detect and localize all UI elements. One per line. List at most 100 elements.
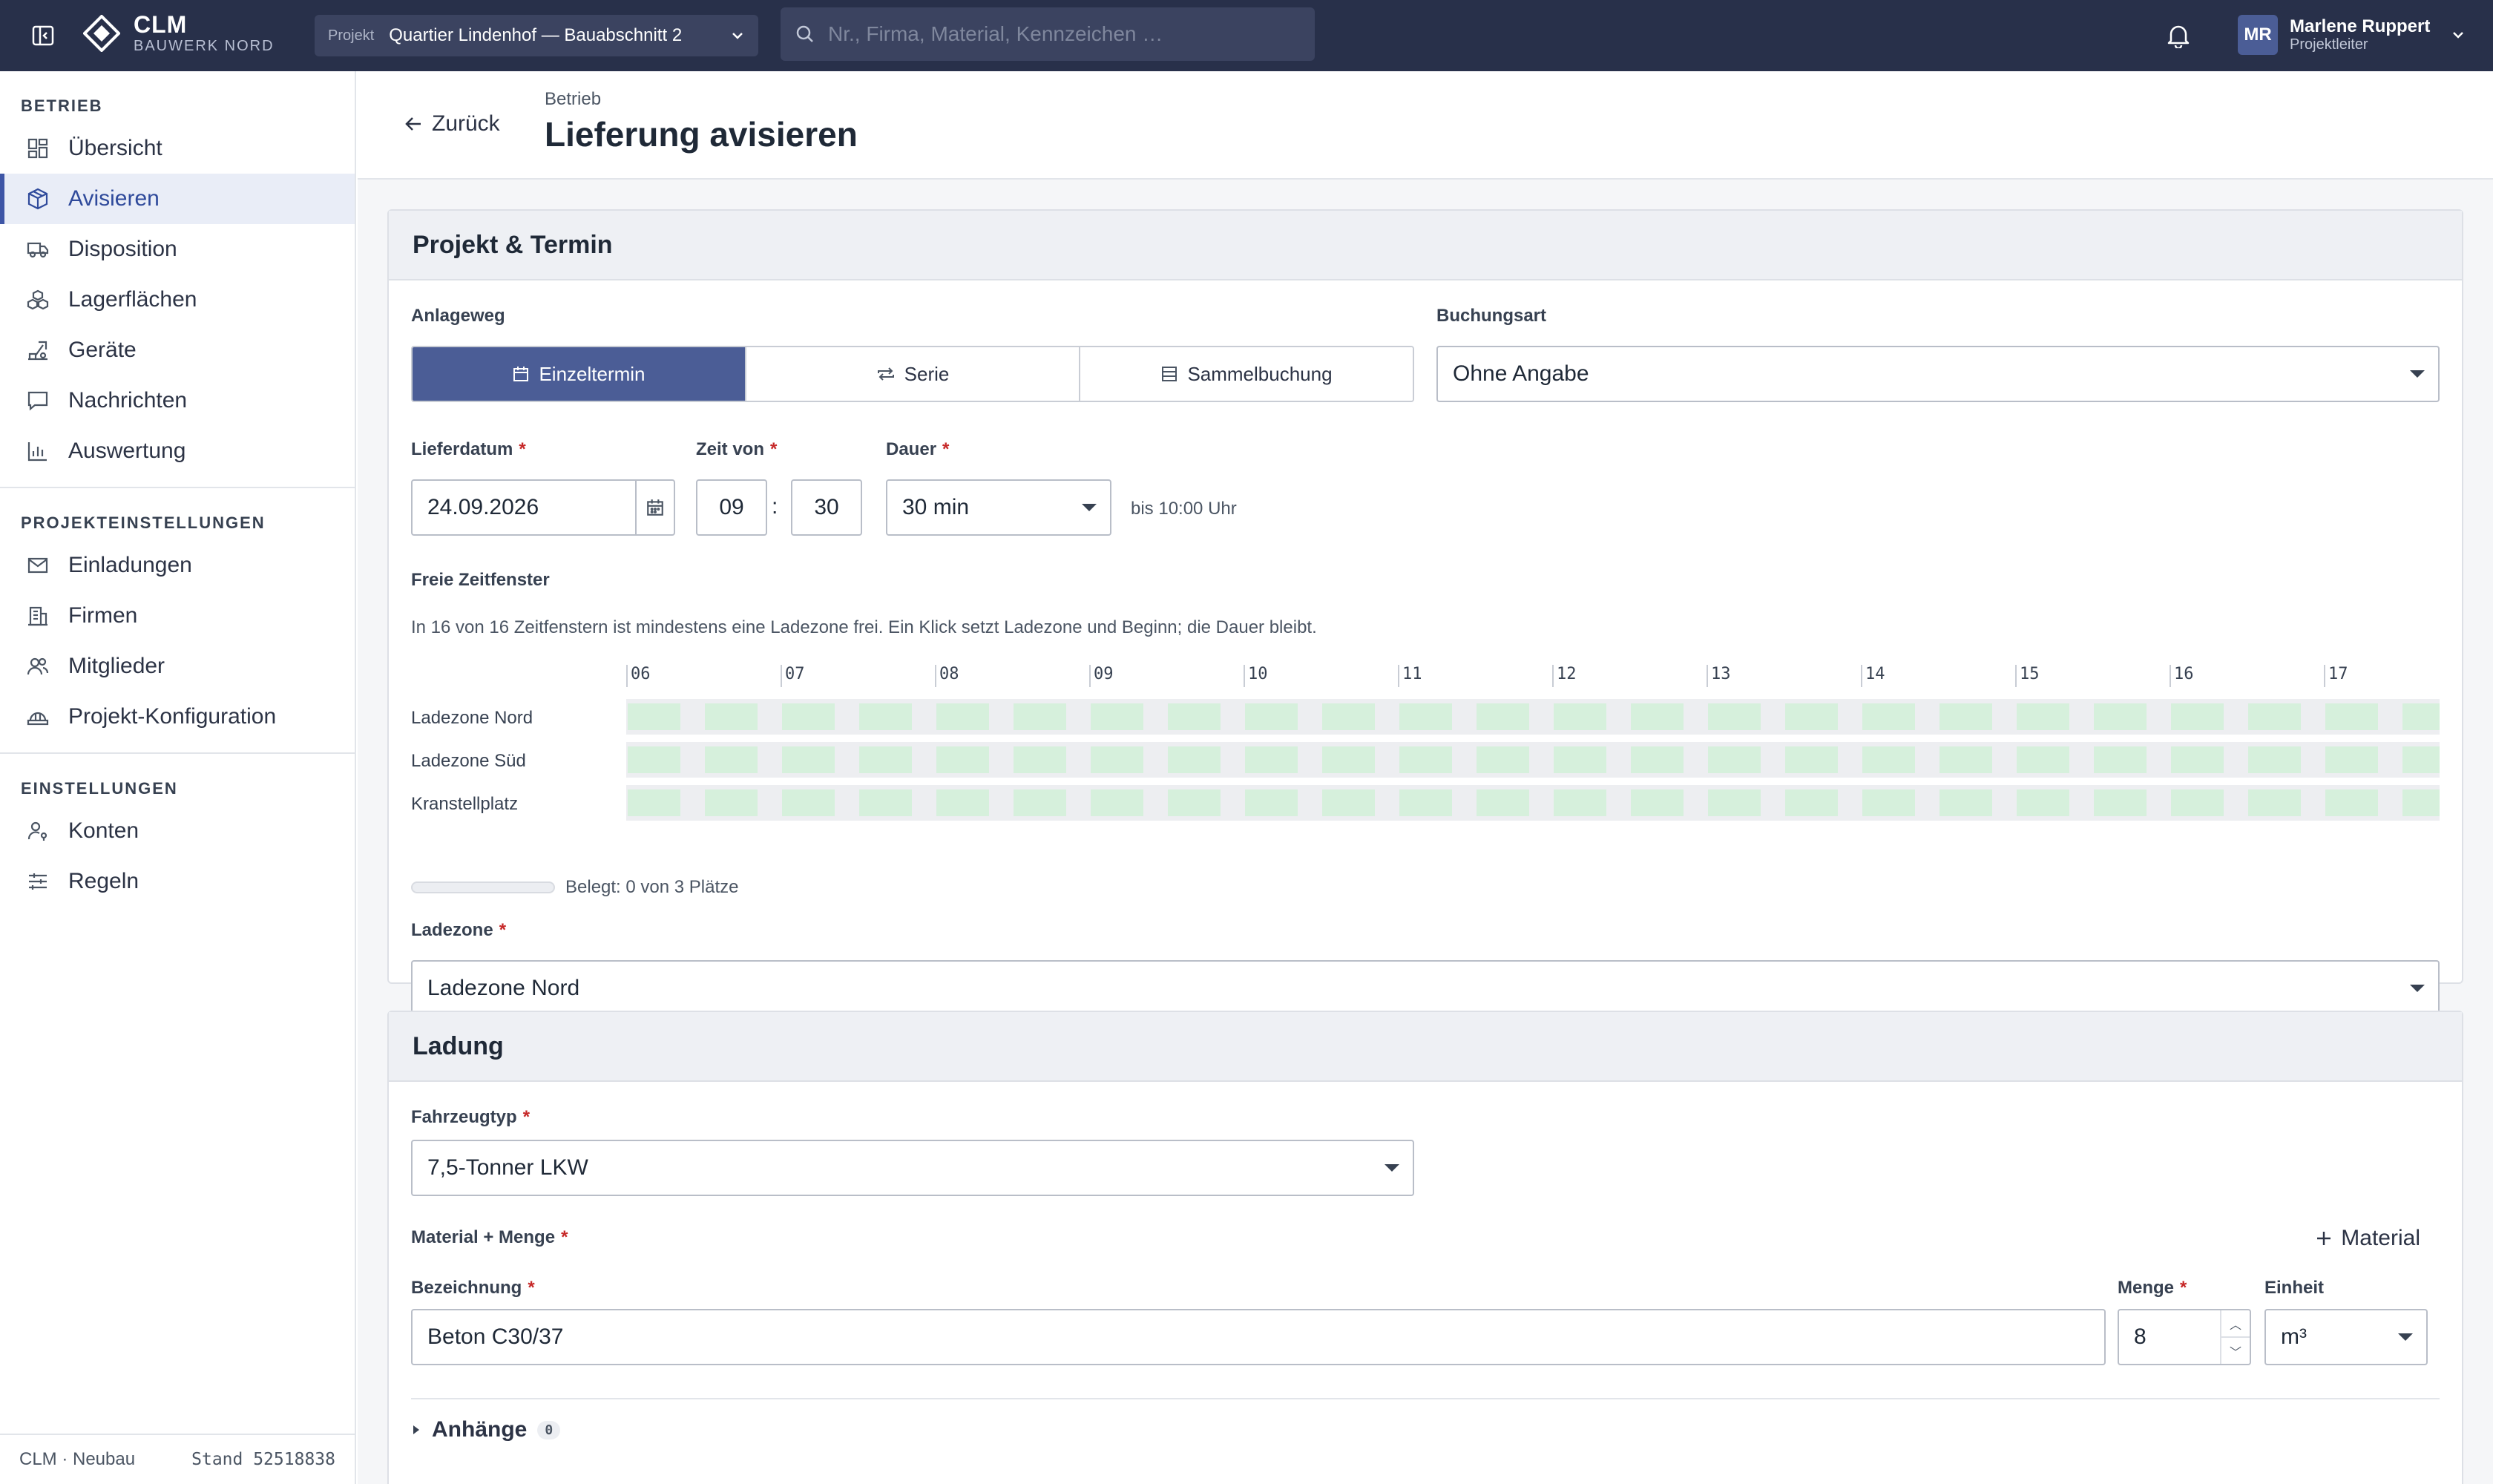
search-box[interactable]: [781, 7, 1315, 61]
timeline-free-slot[interactable]: [2017, 789, 2069, 816]
timeline-free-slot[interactable]: [628, 789, 680, 816]
timeline-free-slot[interactable]: [1399, 703, 1452, 730]
dauer-select[interactable]: 30 min: [886, 479, 1111, 536]
timeline-free-slot[interactable]: [1168, 703, 1221, 730]
timeline-free-slot[interactable]: [1708, 789, 1761, 816]
ladezone-select[interactable]: Ladezone Nord: [411, 960, 2440, 1017]
segment-serie[interactable]: Serie: [746, 347, 1080, 401]
timeline-free-slot[interactable]: [1245, 703, 1298, 730]
timeline-free-slot[interactable]: [2094, 703, 2147, 730]
stepper-down-icon[interactable]: ﹀: [2221, 1338, 2250, 1364]
timeline-free-slot[interactable]: [2248, 746, 2301, 773]
timeline-free-slot[interactable]: [2171, 789, 2224, 816]
timeline-free-slot[interactable]: [1477, 703, 1529, 730]
fahrzeugtyp-select[interactable]: 7,5-Tonner LKW: [411, 1140, 1414, 1196]
bezeichnung-input[interactable]: Beton C30/37: [411, 1309, 2106, 1365]
timeline-free-slot[interactable]: [2402, 789, 2440, 816]
timeline-free-slot[interactable]: [2248, 789, 2301, 816]
timeline-free-slot[interactable]: [1862, 703, 1915, 730]
calendar-icon[interactable]: [635, 481, 674, 534]
timeline-free-slot[interactable]: [2402, 746, 2440, 773]
timeline-free-slot[interactable]: [2402, 703, 2440, 730]
zeit-hour-input[interactable]: 09: [696, 479, 767, 536]
timeline-free-slot[interactable]: [2171, 746, 2224, 773]
timeline-free-slot[interactable]: [1091, 746, 1143, 773]
timeline-free-slot[interactable]: [1477, 789, 1529, 816]
timeline-free-slot[interactable]: [1785, 703, 1838, 730]
timeline-free-slot[interactable]: [782, 703, 835, 730]
back-button[interactable]: Zurück: [404, 111, 500, 137]
breadcrumb[interactable]: Betrieb: [545, 89, 601, 110]
lieferdatum-input[interactable]: 24.09.2026: [411, 479, 675, 536]
anhaenge-toggle[interactable]: Anhänge 0: [411, 1417, 561, 1442]
timeline-free-slot[interactable]: [1554, 703, 1606, 730]
timeline-free-slot[interactable]: [2094, 746, 2147, 773]
timeline-free-slot[interactable]: [1245, 746, 1298, 773]
menge-stepper[interactable]: 8 ︿ ﹀: [2118, 1309, 2251, 1365]
timeline-free-slot[interactable]: [1708, 703, 1761, 730]
timeline-free-slot[interactable]: [1554, 789, 1606, 816]
timeline-free-slot[interactable]: [1631, 703, 1684, 730]
timeline-free-slot[interactable]: [1785, 789, 1838, 816]
sidebar-item-regeln[interactable]: Regeln: [0, 856, 355, 907]
sidebar-item-avisieren[interactable]: Avisieren: [0, 174, 355, 224]
timeline-free-slot[interactable]: [1399, 746, 1452, 773]
timeline-free-slot[interactable]: [2325, 703, 2378, 730]
timeline-free-slot[interactable]: [705, 789, 758, 816]
timeline-free-slot[interactable]: [859, 703, 912, 730]
sidebar-item-disposition[interactable]: Disposition: [0, 224, 355, 275]
timeline-free-slot[interactable]: [859, 746, 912, 773]
timeline-free-slot[interactable]: [1014, 703, 1066, 730]
timeline-free-slot[interactable]: [782, 746, 835, 773]
timeline-free-slot[interactable]: [1631, 746, 1684, 773]
timeline-free-slot[interactable]: [2248, 703, 2301, 730]
timeline-free-slot[interactable]: [936, 789, 989, 816]
timeline-free-slot[interactable]: [2325, 789, 2378, 816]
timeline-free-slot[interactable]: [936, 703, 989, 730]
timeline-free-slot[interactable]: [1939, 703, 1992, 730]
sidebar-item-lagerflaechen[interactable]: Lagerflächen: [0, 275, 355, 325]
timeline-free-slot[interactable]: [1399, 789, 1452, 816]
timeline-free-slot[interactable]: [2171, 703, 2224, 730]
add-material-button[interactable]: Material: [2316, 1226, 2420, 1251]
timeline-free-slot[interactable]: [628, 703, 680, 730]
timeline-free-slot[interactable]: [1554, 746, 1606, 773]
sidebar-item-einladungen[interactable]: Einladungen: [0, 540, 355, 591]
sidebar-item-projekt-konfiguration[interactable]: Projekt-Konfiguration: [0, 692, 355, 742]
timeline-free-slot[interactable]: [1168, 789, 1221, 816]
zeit-minute-input[interactable]: 30: [791, 479, 862, 536]
timeline-free-slot[interactable]: [2094, 789, 2147, 816]
sidebar-item-nachrichten[interactable]: Nachrichten: [0, 375, 355, 426]
timeline-free-slot[interactable]: [1014, 789, 1066, 816]
timeline-free-slot[interactable]: [1477, 746, 1529, 773]
timeline-free-slot[interactable]: [936, 746, 989, 773]
timeline-free-slot[interactable]: [1631, 789, 1684, 816]
timeline-free-slot[interactable]: [1091, 703, 1143, 730]
bell-icon[interactable]: [2162, 19, 2195, 52]
segment-sammelbuchung[interactable]: Sammelbuchung: [1080, 347, 1413, 401]
timeline-free-slot[interactable]: [1708, 746, 1761, 773]
sidebar-item-konten[interactable]: Konten: [0, 806, 355, 856]
segment-einzeltermin[interactable]: Einzeltermin: [413, 347, 746, 401]
timeline-free-slot[interactable]: [1322, 703, 1375, 730]
search-input[interactable]: [828, 22, 1300, 46]
timeline-free-slot[interactable]: [1091, 789, 1143, 816]
buchungsart-select[interactable]: Ohne Angabe: [1436, 346, 2440, 402]
stepper-up-icon[interactable]: ︿: [2221, 1310, 2250, 1338]
timeline-free-slot[interactable]: [1245, 789, 1298, 816]
timeline-free-slot[interactable]: [2017, 746, 2069, 773]
timeline-free-slot[interactable]: [1785, 746, 1838, 773]
sidebar-item-mitglieder[interactable]: Mitglieder: [0, 641, 355, 692]
timeline-free-slot[interactable]: [859, 789, 912, 816]
timeline-free-slot[interactable]: [1939, 746, 1992, 773]
timeline-free-slot[interactable]: [782, 789, 835, 816]
user-menu[interactable]: MR Marlene Ruppert Projektleiter: [2238, 15, 2466, 55]
timeline-free-slot[interactable]: [1322, 789, 1375, 816]
sidebar-item-geraete[interactable]: Geräte: [0, 325, 355, 375]
project-select[interactable]: Projekt Quartier Lindenhof — Bauabschnit…: [315, 15, 758, 56]
sidebar-item-firmen[interactable]: Firmen: [0, 591, 355, 641]
timeline-free-slot[interactable]: [705, 746, 758, 773]
timeline-free-slot[interactable]: [2017, 703, 2069, 730]
timeline-free-slot[interactable]: [1862, 789, 1915, 816]
timeline-free-slot[interactable]: [1862, 746, 1915, 773]
